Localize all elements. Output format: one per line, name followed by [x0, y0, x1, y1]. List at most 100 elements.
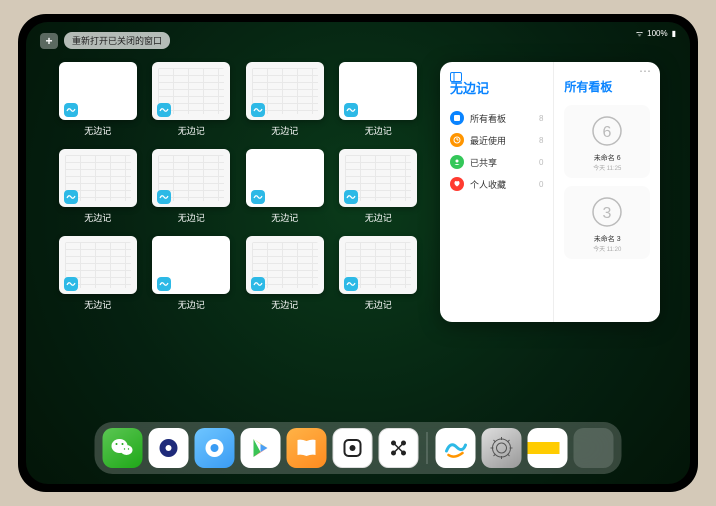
- thumbnail-label: 无边记: [84, 211, 111, 224]
- thumbnail-label: 无边记: [271, 298, 298, 311]
- sidebar-row[interactable]: 已共享 0: [450, 151, 543, 173]
- sidebar-row[interactable]: 个人收藏 0: [450, 173, 543, 195]
- row-label: 个人收藏: [470, 178, 533, 191]
- wifi-icon: ᯤ: [636, 28, 643, 39]
- thumbnail-preview: [246, 149, 324, 207]
- row-count: 8: [539, 136, 543, 145]
- sidebar-toggle-icon[interactable]: [450, 70, 462, 88]
- row-label: 所有看板: [470, 112, 533, 125]
- svg-text:3: 3: [603, 205, 612, 222]
- battery-icon: ▮: [672, 29, 676, 38]
- thumbnail-preview: [339, 149, 417, 207]
- dock-app-dice[interactable]: [333, 428, 373, 468]
- freeform-app-icon: [344, 277, 358, 291]
- freeform-app-icon: [344, 103, 358, 117]
- window-thumbnail[interactable]: 无边记: [243, 149, 327, 224]
- svg-text:6: 6: [603, 124, 612, 141]
- window-thumbnail[interactable]: 无边记: [56, 62, 140, 137]
- dock-app-freeform[interactable]: [436, 428, 476, 468]
- thumbnail-label: 无边记: [178, 211, 205, 224]
- thumbnail-label: 无边记: [271, 211, 298, 224]
- reopen-closed-window-button[interactable]: 重新打开已关闭的窗口: [64, 32, 170, 49]
- thumbnail-label: 无边记: [178, 298, 205, 311]
- thumbnail-label: 无边记: [84, 124, 111, 137]
- dock-app-wechat[interactable]: [103, 428, 143, 468]
- window-thumbnail[interactable]: 无边记: [150, 62, 234, 137]
- window-thumbnail[interactable]: 无边记: [56, 236, 140, 311]
- thumbnail-preview: [59, 236, 137, 294]
- dock-app-library[interactable]: [574, 428, 614, 468]
- freeform-app-icon: [64, 277, 78, 291]
- top-bar: + 重新打开已关闭的窗口: [40, 32, 170, 49]
- freeform-app-icon: [64, 190, 78, 204]
- panel-sidebar: 无边记 所有看板 8 最近使用 8 已共享 0 个人收藏 0: [440, 62, 554, 322]
- tablet-frame: ᯤ 100% ▮ + 重新打开已关闭的窗口 无边记无边记无边记无边记无边记无边记…: [18, 14, 698, 492]
- window-thumbnail[interactable]: 无边记: [243, 62, 327, 137]
- thumbnail-preview: [152, 236, 230, 294]
- thumbnail-preview: [246, 62, 324, 120]
- dock-app-connect[interactable]: [379, 428, 419, 468]
- row-count: 0: [539, 180, 543, 189]
- row-count: 8: [539, 114, 543, 123]
- freeform-app-icon: [251, 190, 265, 204]
- dock-app-notes[interactable]: [528, 428, 568, 468]
- freeform-app-icon: [251, 277, 265, 291]
- board-name: 未命名 3: [570, 234, 644, 244]
- sidebar-row[interactable]: 最近使用 8: [450, 129, 543, 151]
- dock-separator: [427, 432, 428, 464]
- row-icon: [450, 111, 464, 125]
- row-count: 0: [539, 158, 543, 167]
- window-thumbnail[interactable]: 无边记: [150, 149, 234, 224]
- board-card[interactable]: 6未命名 6今天 11:25: [564, 105, 650, 178]
- window-thumbnail[interactable]: 无边记: [56, 149, 140, 224]
- board-sketch: 6: [587, 111, 627, 151]
- screen: ᯤ 100% ▮ + 重新打开已关闭的窗口 无边记无边记无边记无边记无边记无边记…: [26, 22, 690, 484]
- window-thumbnail[interactable]: 无边记: [337, 149, 421, 224]
- row-label: 最近使用: [470, 134, 533, 147]
- row-icon: [450, 177, 464, 191]
- row-label: 已共享: [470, 156, 533, 169]
- freeform-app-icon: [64, 103, 78, 117]
- dock: [95, 422, 622, 474]
- thumbnail-preview: [59, 62, 137, 120]
- thumbnail-label: 无边记: [365, 298, 392, 311]
- freeform-app-icon: [157, 103, 171, 117]
- window-thumbnail[interactable]: 无边记: [337, 236, 421, 311]
- freeform-app-icon: [157, 190, 171, 204]
- window-grid: 无边记无边记无边记无边记无边记无边记无边记无边记无边记无边记无边记无边记: [56, 62, 420, 416]
- board-card[interactable]: 3 未命名 3今天 11:20: [564, 186, 650, 259]
- row-icon: [450, 155, 464, 169]
- sidebar-row[interactable]: 所有看板 8: [450, 107, 543, 129]
- thumbnail-label: 无边记: [271, 124, 298, 137]
- new-window-button[interactable]: +: [40, 33, 58, 49]
- row-icon: [450, 133, 464, 147]
- freeform-app-icon: [251, 103, 265, 117]
- freeform-app-icon: [344, 190, 358, 204]
- boards-title: 所有看板: [564, 78, 650, 95]
- dock-app-books[interactable]: [287, 428, 327, 468]
- board-date: 今天 11:20: [570, 244, 644, 253]
- thumbnail-label: 无边记: [178, 124, 205, 137]
- panel-boards: 所有看板 6未命名 6今天 11:253未命名 3今天 11:20: [554, 62, 660, 322]
- freeform-app-icon: [157, 277, 171, 291]
- dock-app-settings[interactable]: [482, 428, 522, 468]
- window-thumbnail[interactable]: 无边记: [150, 236, 234, 311]
- thumbnail-preview: [152, 149, 230, 207]
- thumbnail-preview: [152, 62, 230, 120]
- board-sketch: 3: [587, 192, 627, 232]
- dock-app-play[interactable]: [241, 428, 281, 468]
- window-thumbnail[interactable]: 无边记: [243, 236, 327, 311]
- thumbnail-preview: [339, 236, 417, 294]
- dock-app-browser[interactable]: [195, 428, 235, 468]
- thumbnail-preview: [246, 236, 324, 294]
- window-thumbnail[interactable]: 无边记: [337, 62, 421, 137]
- board-date: 今天 11:25: [570, 163, 644, 172]
- thumbnail-preview: [59, 149, 137, 207]
- freeform-panel[interactable]: 无边记 所有看板8最近使用8已共享0个人收藏0 所有看板 6未命名 6今天 11…: [440, 62, 660, 322]
- battery-label: 100%: [647, 29, 667, 38]
- dock-app-quark[interactable]: [149, 428, 189, 468]
- status-bar: ᯤ 100% ▮: [636, 28, 676, 39]
- thumbnail-label: 无边记: [365, 211, 392, 224]
- panel-title: 无边记: [450, 78, 543, 97]
- thumbnail-label: 无边记: [84, 298, 111, 311]
